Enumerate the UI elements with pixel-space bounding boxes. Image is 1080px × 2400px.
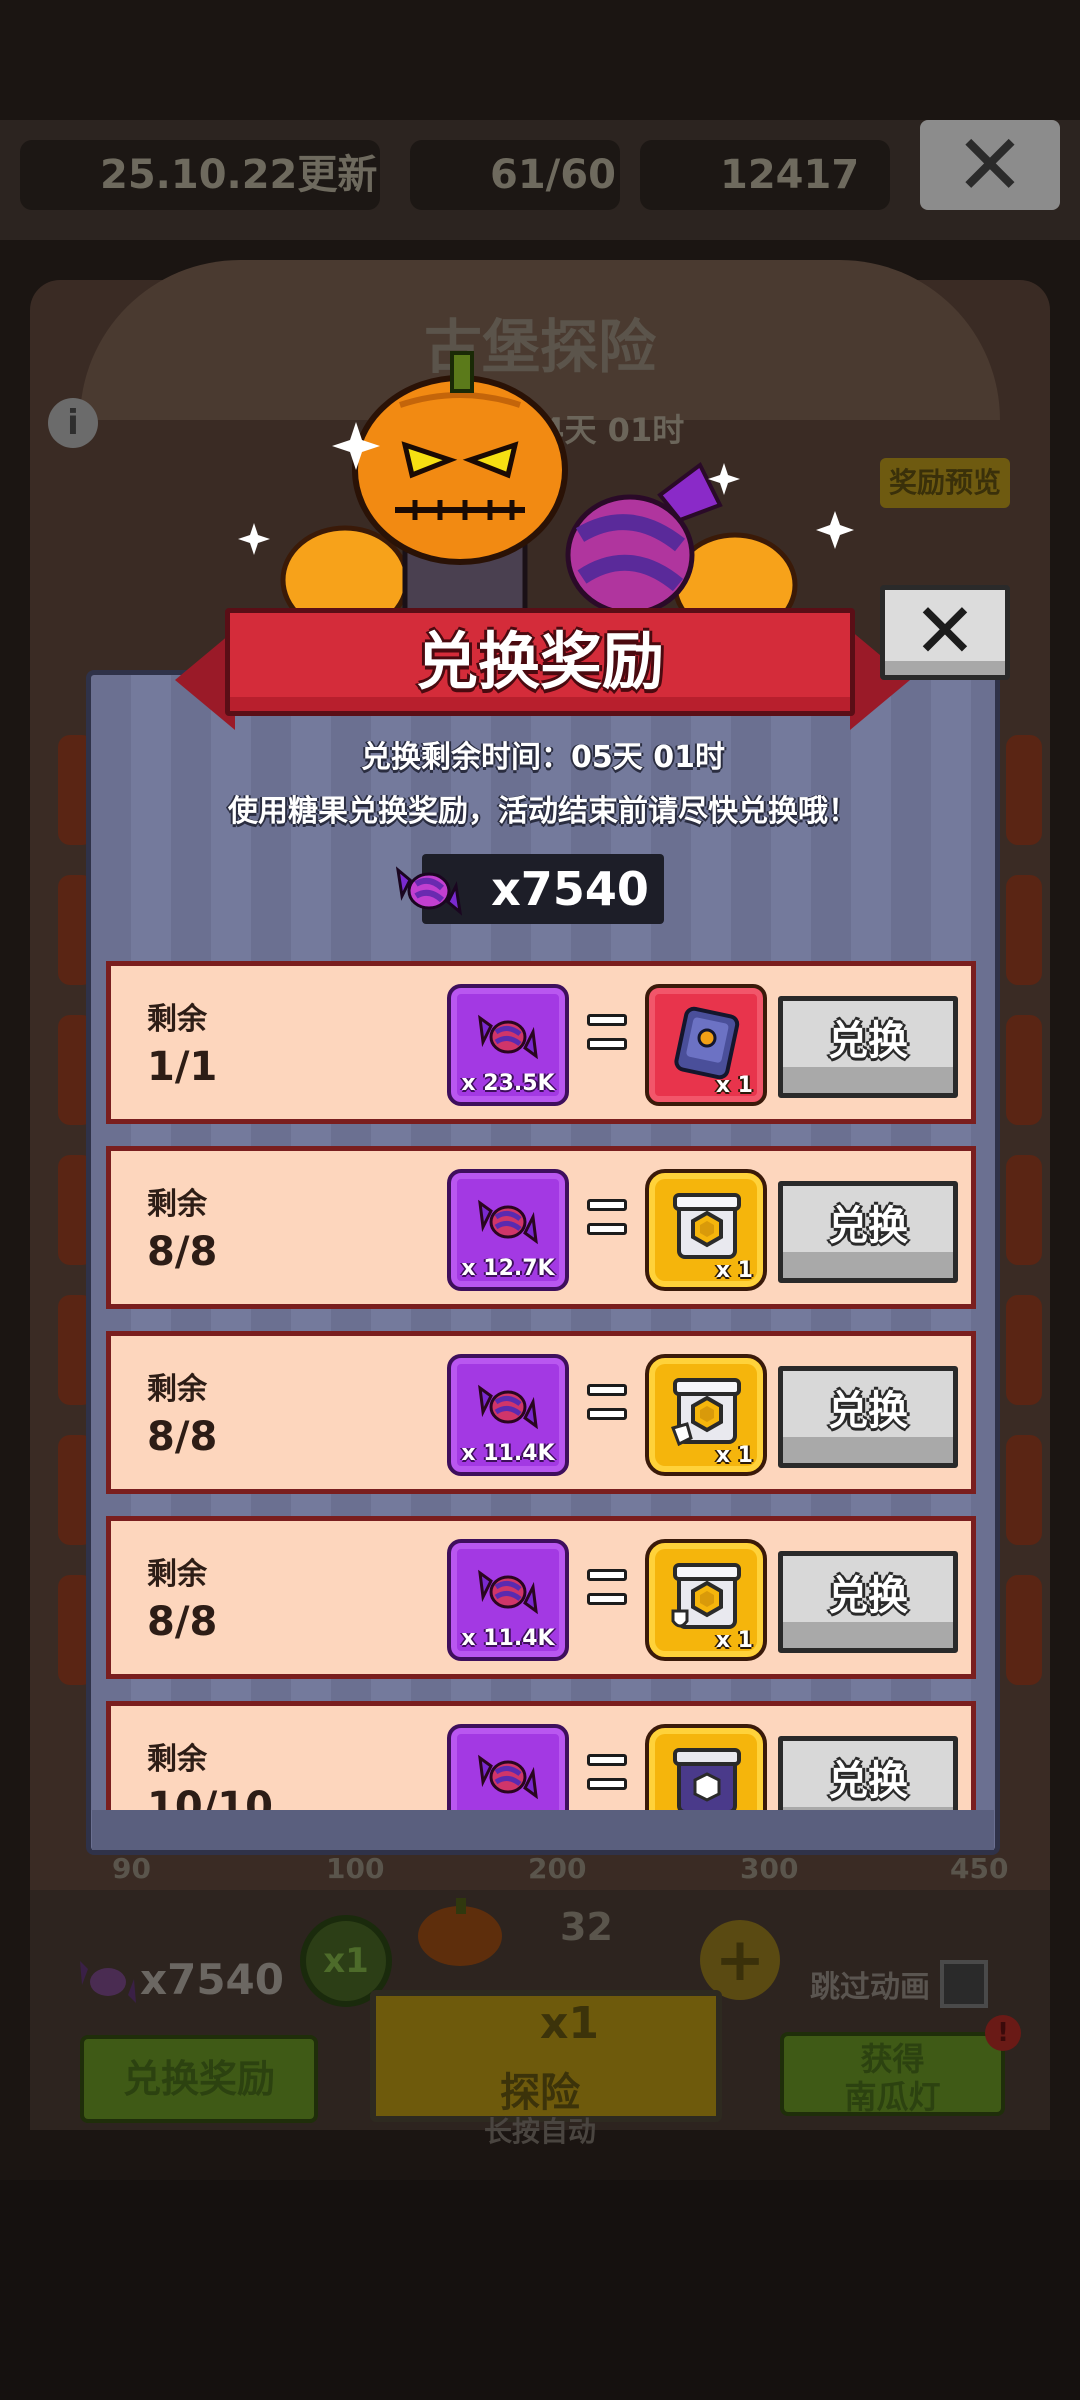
scale-tick: 450 — [950, 1852, 1009, 1885]
gem-display: 12417 — [640, 140, 890, 210]
reward-list[interactable]: 剩余 1/1 x 23.5K x 1 兑换 剩余 8/8 x 12.7K x 1… — [100, 950, 985, 1810]
remaining-label: 剩余 — [147, 1372, 207, 1407]
remaining-count: 8/8 — [147, 1414, 218, 1460]
candy-icon — [396, 866, 462, 916]
long-press-label: 长按自动 — [483, 2115, 596, 2148]
version-display: 25.10.22更新 — [20, 140, 380, 210]
add-button[interactable]: + — [700, 1920, 780, 2000]
dialog-footer — [92, 1810, 994, 1850]
candy-cost-tile: x 23.5K — [447, 984, 569, 1106]
cost-amount: x 12.7K — [461, 1256, 555, 1281]
side-item — [1006, 735, 1042, 845]
tablet-device-icon — [674, 1006, 740, 1080]
candy-icon — [478, 1384, 538, 1430]
reward-quantity: x 1 — [715, 1073, 753, 1098]
candy-cost-tile: x 11.4K — [447, 1539, 569, 1661]
remaining-time-text: 兑换剩余时间：05天 01时 — [361, 740, 725, 775]
equals-icon — [587, 1010, 627, 1054]
scale-tick: 200 — [528, 1852, 587, 1885]
exchange-button[interactable]: 兑换 — [778, 1551, 958, 1653]
info-icon[interactable]: i — [48, 398, 98, 448]
reward-quantity: x 1 — [715, 1258, 753, 1283]
side-item — [1006, 1295, 1042, 1405]
side-item — [1006, 1575, 1042, 1685]
dialog-title: 兑换奖励 — [415, 625, 664, 698]
side-item — [1006, 1435, 1042, 1545]
candy-icon — [478, 1754, 538, 1800]
energy-display: 61/60 — [410, 140, 620, 210]
candy-icon — [478, 1014, 538, 1060]
reward-tile: x 1 — [645, 1169, 767, 1291]
exchange-button[interactable]: 兑换 — [778, 1181, 958, 1283]
close-icon: ✕ — [913, 586, 977, 675]
skip-animation-checkbox[interactable] — [940, 1960, 988, 2008]
remaining-label: 剩余 — [147, 1557, 207, 1592]
scale-tick: 300 — [740, 1852, 799, 1885]
side-item — [1006, 875, 1042, 985]
equals-icon — [587, 1380, 627, 1424]
remaining-count: 8/8 — [147, 1229, 218, 1275]
get-lantern-label-line1: 获得 — [860, 2040, 925, 2078]
reward-tile: x 1 — [645, 1354, 767, 1476]
equals-icon — [587, 1565, 627, 1609]
candy-cost-tile: x 11.4K — [447, 1354, 569, 1476]
pumpkin-mascot-illustration — [238, 351, 854, 635]
equals-icon — [587, 1750, 627, 1794]
get-lantern-label-line2: 南瓜灯 — [844, 2078, 941, 2116]
close-button[interactable]: ✕ — [880, 585, 1010, 680]
remaining-count: 8/8 — [147, 1599, 218, 1645]
reward-row: 剩余 8/8 x 11.4K x 1 兑换 — [106, 1516, 976, 1679]
scale-tick: 100 — [326, 1852, 385, 1885]
candy-icon — [80, 1961, 136, 2003]
reward-tile: x 1 — [645, 984, 767, 1106]
candy-icon — [478, 1569, 538, 1615]
cost-amount: x 11.4K — [461, 1441, 555, 1466]
exchange-button[interactable]: 兑换 — [778, 996, 958, 1098]
gold-chest-purple-icon — [673, 1748, 741, 1810]
alert-badge: ! — [985, 2015, 1021, 2051]
reward-row: 剩余 10/10 兑换 — [106, 1701, 976, 1810]
exchange-button[interactable]: 兑换 — [778, 1366, 958, 1468]
candy-cost-tile — [447, 1724, 569, 1810]
exchange-rewards-button[interactable]: 兑换奖励 — [80, 2035, 318, 2123]
reward-quantity: x 1 — [715, 1628, 753, 1653]
gold-chest-icon — [673, 1193, 741, 1259]
reward-quantity: x 1 — [715, 1443, 753, 1468]
skip-animation-label: 跳过动画 — [810, 1970, 930, 2005]
remaining-count: 1/1 — [147, 1044, 218, 1090]
gold-chest-glove-icon — [671, 1378, 741, 1447]
reward-tile — [645, 1724, 767, 1810]
reward-preview-button[interactable]: 奖励预览 — [880, 458, 1010, 508]
candy-icon — [478, 1199, 538, 1245]
exchange-hint-text: 使用糖果兑换奖励，活动结束前请尽快兑换哦！ — [228, 794, 858, 829]
cost-amount: x 11.4K — [461, 1626, 555, 1651]
candy-count: x7540 — [140, 1955, 284, 2004]
reward-row: 剩余 1/1 x 23.5K x 1 兑换 — [106, 961, 976, 1124]
remaining-count: 10/10 — [147, 1784, 273, 1810]
pumpkin-icon — [418, 1898, 502, 1966]
background-close-button[interactable]: ✕ — [920, 120, 1060, 210]
remaining-label: 剩余 — [147, 1187, 207, 1222]
cost-amount: x 23.5K — [461, 1071, 555, 1096]
remaining-label: 剩余 — [147, 1742, 207, 1777]
get-lantern-button[interactable]: 获得 南瓜灯 — [780, 2032, 1005, 2116]
exchange-button[interactable]: 兑换 — [778, 1736, 958, 1810]
bottom-nav — [0, 2180, 1080, 2400]
scale-tick: 90 — [112, 1852, 151, 1885]
equals-icon — [587, 1195, 627, 1239]
candy-cost-tile: x 12.7K — [447, 1169, 569, 1291]
pumpkin-count: 32 — [560, 1905, 613, 1949]
candy-balance: x7540 — [491, 862, 649, 916]
side-item — [1006, 1015, 1042, 1125]
remaining-label: 剩余 — [147, 1002, 207, 1037]
side-item — [1006, 1155, 1042, 1265]
reward-row: 剩余 8/8 x 11.4K x 1 兑换 — [106, 1331, 976, 1494]
explore-multiplier: x1 — [540, 1998, 599, 2049]
reward-tile: x 1 — [645, 1539, 767, 1661]
reward-row: 剩余 8/8 x 12.7K x 1 兑换 — [106, 1146, 976, 1309]
gold-chest-shield-icon — [671, 1563, 741, 1629]
